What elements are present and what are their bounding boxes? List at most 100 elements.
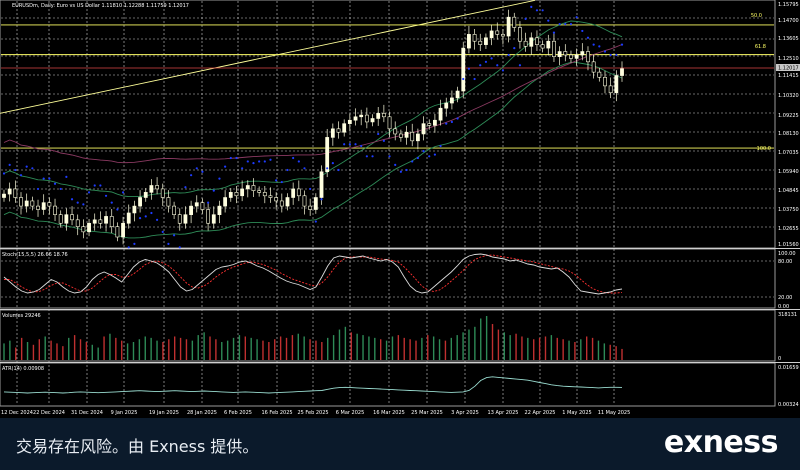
candle-body [563, 51, 568, 56]
sar-dot [484, 60, 488, 63]
candle-body [467, 34, 471, 49]
date-axis-label: 6 Feb 2025 [224, 410, 252, 416]
date-axis-label: 6 Mar 2025 [336, 410, 365, 416]
candle-body [313, 197, 318, 210]
atr-axis-label: 0.00324 [778, 402, 799, 408]
sar-dot [564, 22, 567, 26]
sar-dot [615, 53, 618, 57]
price-axis-label: 1.04845 [778, 188, 799, 194]
candle-body [155, 185, 159, 190]
date-axis-label: 11 May 2025 [598, 410, 631, 416]
sar-dot [371, 155, 374, 158]
candle-body [512, 16, 517, 28]
candle-body [7, 188, 12, 195]
sar-dot [2, 172, 6, 175]
sar-dot [235, 156, 238, 160]
sar-dot [377, 132, 380, 136]
sar-dot [388, 155, 391, 158]
candle-body [540, 44, 545, 49]
sar-dot [535, 9, 539, 12]
candle-body [92, 219, 97, 224]
fib-label: 50.0 [751, 13, 762, 19]
candle-body [325, 137, 330, 173]
sar-dot [343, 143, 346, 146]
candle-body [569, 54, 573, 59]
stoch-axis-label: 100.00 [778, 251, 796, 257]
date-axis-label: 16 Feb 2025 [261, 410, 292, 416]
sar-dot [620, 43, 624, 46]
sar-dot [303, 167, 306, 170]
candle-body [552, 40, 556, 57]
sar-dot [439, 144, 442, 148]
candle-body [279, 200, 284, 207]
sar-dot [433, 153, 436, 156]
footer-bar: 交易存在风险。由 Exness 提供。 exness [0, 418, 800, 470]
candle-body [387, 116, 392, 130]
fib-label: 61.8 [755, 44, 766, 50]
date-axis-label: 31 Dec 2024 [71, 410, 103, 416]
sar-dot [603, 50, 607, 53]
sar-dot [212, 189, 215, 192]
candle-body [245, 185, 250, 190]
candle-body [546, 40, 551, 49]
candle-body [523, 40, 528, 47]
candle-body [296, 188, 301, 197]
sar-dot [513, 46, 516, 50]
price-axis-label: 1.01560 [778, 242, 799, 248]
candle-body [308, 205, 313, 210]
sar-dot [258, 160, 261, 163]
sar-dot [320, 198, 323, 201]
sar-dot [150, 211, 153, 215]
sar-dot [218, 177, 221, 180]
sar-dot [252, 162, 255, 165]
sar-dot [473, 77, 476, 81]
candle-body [87, 222, 91, 233]
price-axis-label: 1.02655 [778, 226, 799, 232]
sar-dot [365, 155, 368, 158]
date-axis-label: 25 Mar 2025 [411, 410, 443, 416]
sar-dot [190, 174, 193, 177]
sar-dot [609, 53, 612, 57]
sar-dot [76, 201, 79, 204]
candle-body [166, 197, 171, 207]
candle-body [518, 27, 522, 42]
stoch-axis-label: 80.00 [778, 259, 792, 265]
sar-dot [286, 168, 289, 172]
sar-dot [48, 177, 51, 180]
price-axis-label: 1.05940 [778, 169, 799, 175]
candle-body [614, 75, 619, 94]
date-axis-label: 12 Dec 2024 [1, 410, 33, 416]
sar-dot [575, 16, 578, 19]
sar-dot [360, 144, 363, 148]
sar-dot [496, 64, 499, 67]
candle-body [41, 202, 46, 210]
sar-dot [558, 22, 561, 26]
candle-body [234, 192, 239, 197]
candle-body [143, 192, 148, 198]
stoch-axis-label: 0.00 [778, 304, 789, 310]
sar-dot [411, 160, 414, 163]
sar-dot [110, 201, 113, 204]
sar-dot [592, 43, 595, 46]
price-axis-label: 1.09225 [778, 113, 799, 119]
sar-dot [70, 198, 74, 201]
sar-dot [138, 217, 142, 220]
candle-body [603, 76, 607, 87]
candle-body [330, 128, 335, 138]
candle-body [376, 113, 381, 119]
candle-body [138, 197, 142, 207]
date-axis-label: 1 May 2025 [562, 410, 591, 416]
sar-dot [241, 167, 244, 170]
candle-body [132, 205, 137, 214]
candle-body [149, 185, 154, 193]
sar-dot [65, 175, 68, 178]
candle-body [398, 133, 403, 138]
candle-body [381, 113, 386, 118]
trading-chart[interactable]: EURUSDm, Daily: Euro vs US Dollar 1.1181… [0, 0, 800, 418]
sar-dot [541, 9, 544, 12]
candle-body [19, 197, 23, 207]
atr-panel-frame [0, 362, 776, 407]
sar-dot [337, 168, 340, 172]
candle-body [70, 214, 74, 221]
sar-dot [280, 180, 283, 184]
